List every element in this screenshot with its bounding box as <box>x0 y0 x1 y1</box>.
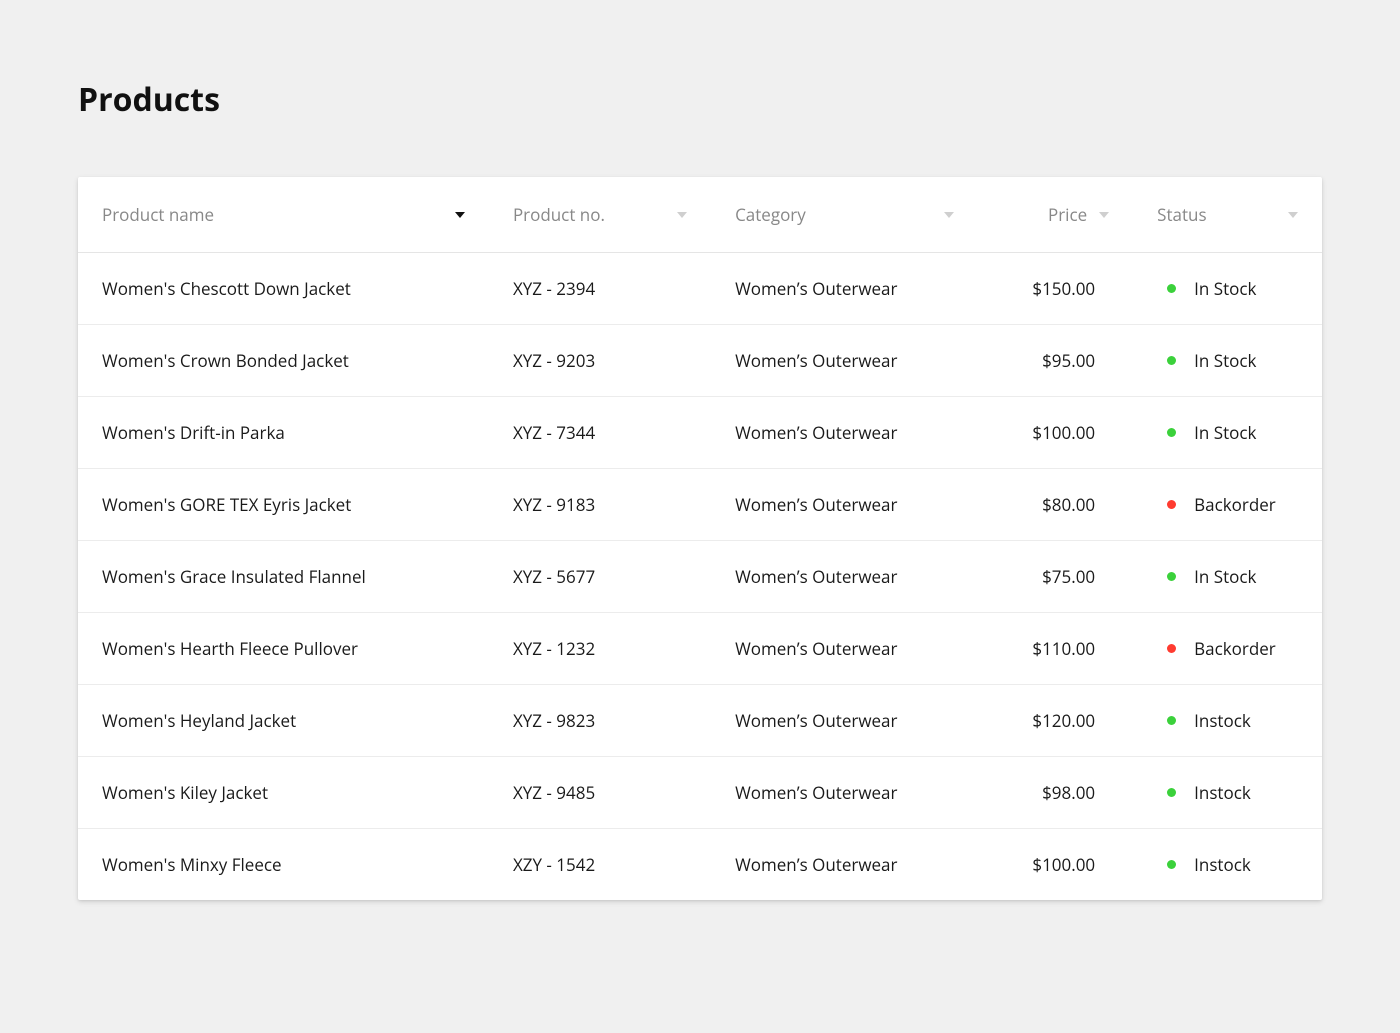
cell-status: Backorder <box>1133 469 1322 541</box>
status-dot-icon <box>1167 716 1176 725</box>
table-row[interactable]: Women's Hearth Fleece PulloverXYZ - 1232… <box>78 613 1322 685</box>
cell-status: Instock <box>1133 829 1322 901</box>
status-dot-icon <box>1167 788 1176 797</box>
column-label: Price <box>1048 203 1087 226</box>
cell-category: Women’s Outerwear <box>711 253 978 325</box>
cell-status: In Stock <box>1133 325 1322 397</box>
cell-price: $100.00 <box>978 829 1134 901</box>
status-label: In Stock <box>1194 349 1256 372</box>
column-header-product-name[interactable]: Product name <box>78 177 489 253</box>
cell-product-no: XYZ - 9203 <box>489 325 711 397</box>
cell-product-name: Women's Kiley Jacket <box>78 757 489 829</box>
products-table: Product name Product no. Category <box>78 177 1322 900</box>
status-dot-icon <box>1167 428 1176 437</box>
column-label: Product no. <box>513 203 605 226</box>
status-label: In Stock <box>1194 565 1256 588</box>
cell-status: In Stock <box>1133 253 1322 325</box>
cell-status: Instock <box>1133 685 1322 757</box>
cell-category: Women’s Outerwear <box>711 469 978 541</box>
status-label: Instock <box>1194 853 1251 876</box>
page-title: Products <box>78 78 1322 121</box>
cell-price: $100.00 <box>978 397 1134 469</box>
sort-desc-icon <box>455 212 465 218</box>
cell-product-no: XZY - 1542 <box>489 829 711 901</box>
cell-status: In Stock <box>1133 541 1322 613</box>
cell-product-name: Women's Hearth Fleece Pullover <box>78 613 489 685</box>
cell-price: $80.00 <box>978 469 1134 541</box>
cell-product-no: XYZ - 7344 <box>489 397 711 469</box>
status-dot-icon <box>1167 356 1176 365</box>
status-label: Backorder <box>1194 637 1276 660</box>
cell-price: $98.00 <box>978 757 1134 829</box>
column-header-price[interactable]: Price <box>978 177 1134 253</box>
column-label: Product name <box>102 203 214 226</box>
table-row[interactable]: Women's Grace Insulated FlannelXYZ - 567… <box>78 541 1322 613</box>
sort-icon <box>1288 212 1298 218</box>
table-row[interactable]: Women's GORE TEX Eyris JacketXYZ - 9183W… <box>78 469 1322 541</box>
table-row[interactable]: Women's Heyland JacketXYZ - 9823Women’s … <box>78 685 1322 757</box>
cell-category: Women’s Outerwear <box>711 685 978 757</box>
table-row[interactable]: Women's Drift-in ParkaXYZ - 7344Women’s … <box>78 397 1322 469</box>
cell-price: $110.00 <box>978 613 1134 685</box>
cell-status: Instock <box>1133 757 1322 829</box>
cell-product-no: XYZ - 5677 <box>489 541 711 613</box>
sort-icon <box>677 212 687 218</box>
column-label: Category <box>735 203 806 226</box>
column-header-product-no[interactable]: Product no. <box>489 177 711 253</box>
cell-product-name: Women's Crown Bonded Jacket <box>78 325 489 397</box>
cell-category: Women’s Outerwear <box>711 613 978 685</box>
cell-category: Women’s Outerwear <box>711 325 978 397</box>
cell-category: Women’s Outerwear <box>711 757 978 829</box>
column-label: Status <box>1157 203 1206 226</box>
cell-product-name: Women's Minxy Fleece <box>78 829 489 901</box>
status-dot-icon <box>1167 572 1176 581</box>
cell-product-no: XYZ - 9183 <box>489 469 711 541</box>
column-header-status[interactable]: Status <box>1133 177 1322 253</box>
cell-status: In Stock <box>1133 397 1322 469</box>
table-row[interactable]: Women's Kiley JacketXYZ - 9485Women’s Ou… <box>78 757 1322 829</box>
cell-price: $95.00 <box>978 325 1134 397</box>
status-dot-icon <box>1167 284 1176 293</box>
cell-product-name: Women's Chescott Down Jacket <box>78 253 489 325</box>
status-dot-icon <box>1167 860 1176 869</box>
cell-status: Backorder <box>1133 613 1322 685</box>
cell-category: Women’s Outerwear <box>711 829 978 901</box>
products-table-card: Product name Product no. Category <box>78 177 1322 900</box>
cell-price: $75.00 <box>978 541 1134 613</box>
column-header-category[interactable]: Category <box>711 177 978 253</box>
cell-product-no: XYZ - 1232 <box>489 613 711 685</box>
table-row[interactable]: Women's Minxy FleeceXZY - 1542Women’s Ou… <box>78 829 1322 901</box>
cell-price: $150.00 <box>978 253 1134 325</box>
table-row[interactable]: Women's Crown Bonded JacketXYZ - 9203Wom… <box>78 325 1322 397</box>
cell-product-name: Women's GORE TEX Eyris Jacket <box>78 469 489 541</box>
cell-product-name: Women's Grace Insulated Flannel <box>78 541 489 613</box>
table-row[interactable]: Women's Chescott Down JacketXYZ - 2394Wo… <box>78 253 1322 325</box>
status-label: Instock <box>1194 709 1251 732</box>
status-dot-icon <box>1167 644 1176 653</box>
status-dot-icon <box>1167 500 1176 509</box>
status-label: Backorder <box>1194 493 1276 516</box>
cell-product-no: XYZ - 9823 <box>489 685 711 757</box>
status-label: In Stock <box>1194 421 1256 444</box>
status-label: In Stock <box>1194 277 1256 300</box>
cell-product-no: XYZ - 2394 <box>489 253 711 325</box>
sort-icon <box>944 212 954 218</box>
cell-product-name: Women's Heyland Jacket <box>78 685 489 757</box>
cell-product-no: XYZ - 9485 <box>489 757 711 829</box>
cell-category: Women’s Outerwear <box>711 541 978 613</box>
status-label: Instock <box>1194 781 1251 804</box>
cell-product-name: Women's Drift-in Parka <box>78 397 489 469</box>
sort-icon <box>1099 212 1109 218</box>
cell-price: $120.00 <box>978 685 1134 757</box>
cell-category: Women’s Outerwear <box>711 397 978 469</box>
